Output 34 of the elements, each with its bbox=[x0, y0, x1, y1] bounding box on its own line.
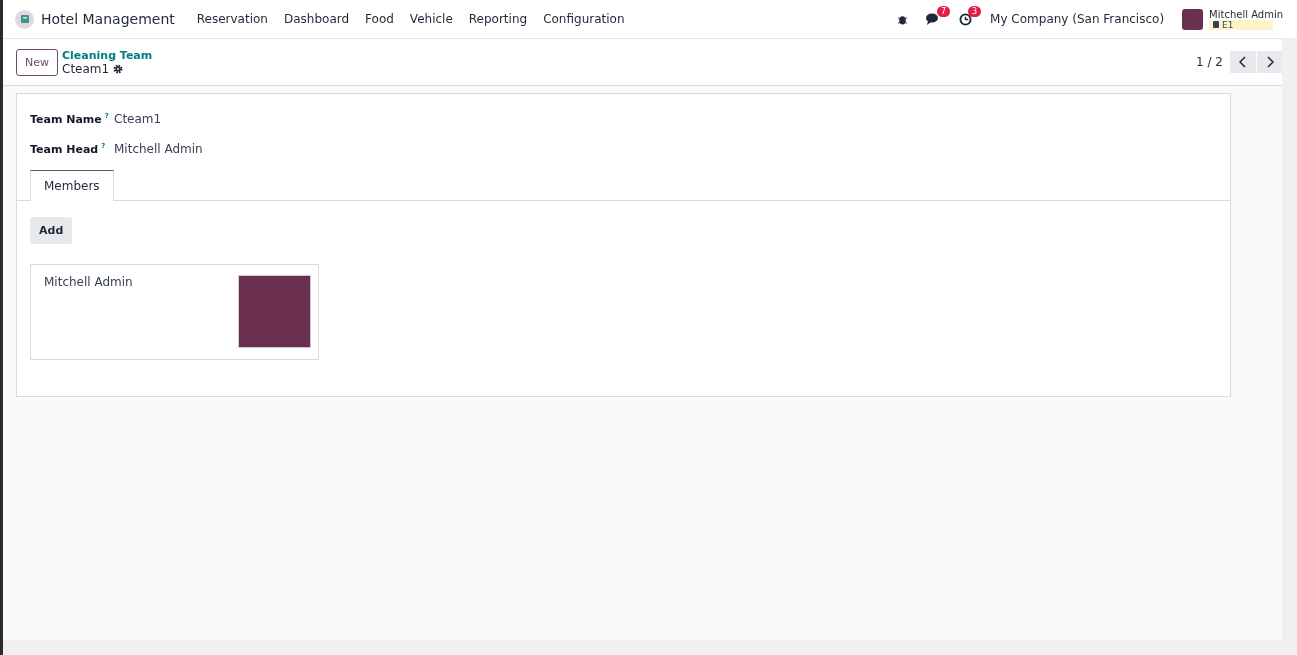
menu-item[interactable]: Food bbox=[357, 12, 402, 26]
clock-icon[interactable] bbox=[959, 12, 973, 26]
menu-item[interactable]: Reservation bbox=[188, 12, 276, 26]
members-tab[interactable]: Members bbox=[30, 170, 114, 201]
field-value[interactable]: Mitchell Admin bbox=[114, 142, 203, 156]
company-switcher[interactable]: My Company (San Francisco) bbox=[990, 12, 1165, 26]
add-button[interactable]: Add bbox=[30, 217, 73, 244]
field-label: Team Name $^{?}$ bbox=[30, 112, 110, 126]
user-name[interactable]: Mitchell Admin bbox=[1209, 8, 1283, 20]
menu-item[interactable]: Reporting bbox=[460, 12, 536, 26]
member-name: Mitchell Admin bbox=[44, 275, 133, 291]
app-logo-icon[interactable] bbox=[15, 9, 34, 29]
settings-icon[interactable] bbox=[113, 63, 124, 74]
field-value[interactable]: Cteam1 bbox=[114, 112, 162, 126]
app-name: Hotel Management bbox=[41, 11, 175, 27]
previous-button[interactable] bbox=[1230, 51, 1256, 73]
menu-item[interactable]: Configuration bbox=[535, 12, 633, 26]
message-count: 7 bbox=[937, 5, 951, 17]
chevron-left-icon bbox=[1239, 56, 1247, 68]
user-avatar[interactable] bbox=[1182, 8, 1204, 30]
pager-counter: 1 / 2 bbox=[1196, 55, 1223, 69]
chevron-right-icon bbox=[1266, 56, 1274, 68]
activity-count: 3 bbox=[968, 5, 982, 17]
member-card[interactable]: Mitchell Admin bbox=[30, 264, 319, 360]
database-name: E1 bbox=[1222, 19, 1234, 30]
database-icon bbox=[1213, 21, 1220, 28]
new-button[interactable]: New bbox=[16, 48, 58, 76]
bug-icon[interactable] bbox=[897, 13, 909, 25]
breadcrumb-link[interactable]: Cleaning Team bbox=[62, 48, 153, 62]
menu-item[interactable]: Dashboard bbox=[275, 12, 358, 26]
record-title: Cteam1 bbox=[62, 61, 110, 76]
menu-item[interactable]: Vehicle bbox=[401, 12, 461, 26]
next-button[interactable] bbox=[1257, 51, 1283, 73]
field-label: Team Head $^{?}$ bbox=[30, 142, 107, 156]
